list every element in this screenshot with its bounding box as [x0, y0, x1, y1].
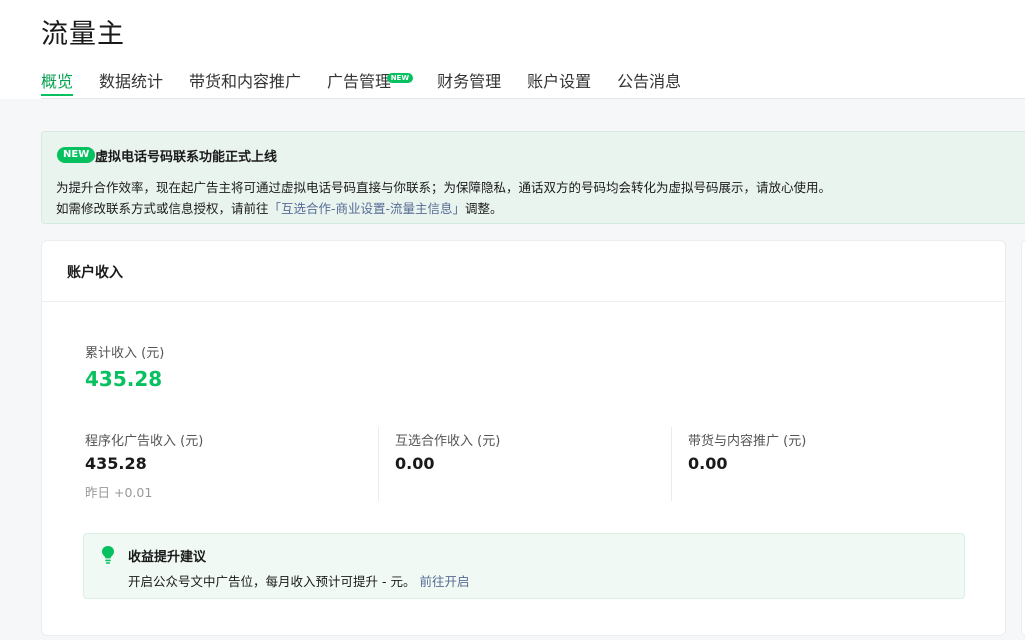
metric-value: 0.00: [395, 454, 435, 473]
tab-data-stats[interactable]: 数据统计: [99, 68, 163, 99]
tip-text-row: 开启公众号文中广告位，每月收入预计可提升 - 元。 前往开启: [128, 571, 469, 590]
tab-content-promotion[interactable]: 带货和内容推广: [189, 68, 301, 99]
tab-overview[interactable]: 概览: [41, 68, 74, 99]
announcement-banner: NEW 虚拟电话号码联系功能正式上线 为提升合作效率，现在起广告主将可通过虚拟电…: [41, 131, 1025, 224]
total-income-label: 累计收入 (元): [85, 346, 165, 361]
total-income-value: 435.28: [85, 367, 163, 391]
page-header: 流量主 概览 数据统计 带货和内容推广 广告管理 NEW 财务管理 账户设置 公…: [0, 0, 1025, 99]
metric-label: 互选合作收入 (元): [395, 434, 501, 449]
income-tip-box: 收益提升建议 开启公众号文中广告位，每月收入预计可提升 - 元。 前往开启: [83, 533, 965, 599]
tab-label: 概览: [41, 72, 74, 91]
main-tabs: 概览 数据统计 带货和内容推广 广告管理 NEW 财务管理 账户设置 公告消息: [41, 68, 707, 99]
tab-label: 公告消息: [617, 72, 682, 91]
card-header: 账户收入: [42, 241, 1005, 302]
tab-label: 广告管理: [327, 72, 392, 91]
metric-delta: 昨日 +0.01: [85, 485, 153, 500]
notice-text-2: 如需修改联系方式或信息授权，请前往「互选合作-商业设置-流量主信息」调整。: [56, 198, 503, 217]
page-title: 流量主: [41, 19, 125, 50]
enable-ad-slot-link[interactable]: 前往开启: [419, 574, 469, 589]
header-divider: [41, 98, 1025, 99]
metric-label: 带货与内容推广 (元): [688, 434, 807, 449]
card-title: 账户收入: [67, 265, 123, 281]
tip-title: 收益提升建议: [128, 550, 207, 565]
new-badge: NEW: [57, 147, 96, 163]
metric-divider: [671, 427, 672, 501]
tip-text: 开启公众号文中广告位，每月收入预计可提升 - 元。: [128, 574, 416, 589]
metric-value: 435.28: [85, 454, 147, 473]
tab-ad-management[interactable]: 广告管理 NEW: [327, 68, 414, 99]
account-income-card: 账户收入 累计收入 (元) 435.28 程序化广告收入 (元) 435.28 …: [41, 240, 1006, 636]
notice-text-suffix: 调整。: [465, 201, 503, 216]
tab-label: 数据统计: [99, 72, 164, 91]
programmatic-ad-income: 程序化广告收入 (元) 435.28 昨日 +0.01: [85, 430, 365, 500]
mutual-selection-income: 互选合作收入 (元) 0.00: [395, 430, 675, 500]
tab-announcements[interactable]: 公告消息: [617, 68, 681, 99]
metric-label: 程序化广告收入 (元): [85, 434, 204, 449]
new-badge: NEW: [386, 73, 414, 83]
metric-divider: [378, 427, 379, 501]
notice-text: 为提升合作效率，现在起广告主将可通过虚拟电话号码直接与你联系；为保障隐私，通话双…: [56, 180, 832, 195]
content-promotion-income: 带货与内容推广 (元) 0.00: [688, 430, 968, 500]
tab-label: 带货和内容推广: [189, 72, 302, 91]
side-card: [1021, 240, 1025, 636]
notice-title: 虚拟电话号码联系功能正式上线: [95, 150, 278, 165]
metric-value: 0.00: [688, 454, 728, 473]
tab-label: 账户设置: [527, 72, 592, 91]
tab-finance[interactable]: 财务管理: [437, 68, 501, 99]
tab-label: 财务管理: [437, 72, 502, 91]
tab-account-settings[interactable]: 账户设置: [527, 68, 591, 99]
business-settings-link[interactable]: 「互选合作-商业设置-流量主信息」: [269, 201, 466, 216]
lightbulb-icon: [102, 546, 114, 564]
notice-text-prefix: 如需修改联系方式或信息授权，请前往: [56, 201, 269, 216]
